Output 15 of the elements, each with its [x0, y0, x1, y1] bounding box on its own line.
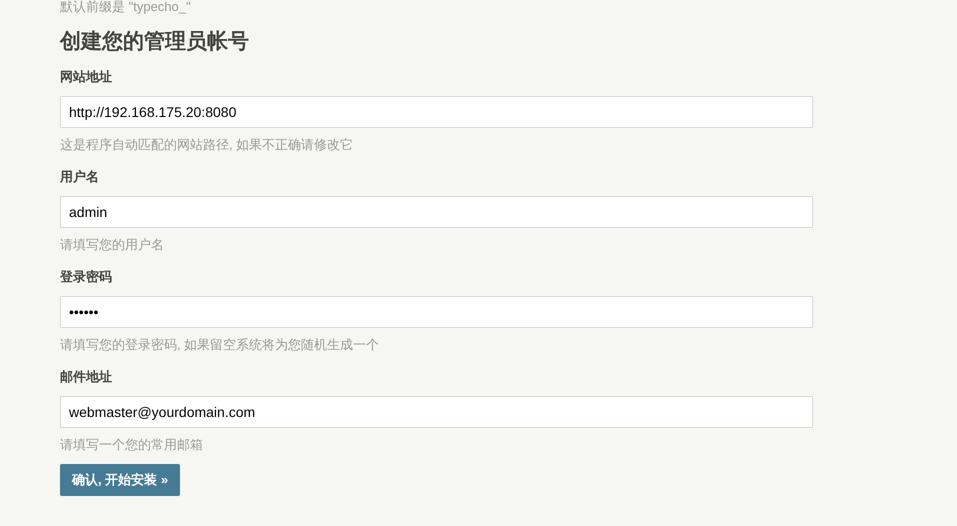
input-field[interactable]: •••••• — [60, 296, 813, 328]
field-label: 用户名 — [60, 168, 100, 186]
field-label: 网站地址 — [60, 68, 113, 86]
field-hint: 请填写您的登录密码, 如果留空系统将为您随机生成一个 — [60, 337, 380, 353]
input-field[interactable]: http://192.168.175.20:8080 — [60, 96, 813, 128]
field-hint: 这是程序自动匹配的网站路径, 如果不正确请修改它 — [60, 137, 354, 153]
input-field[interactable]: admin — [60, 196, 813, 228]
prefix-note: 默认前缀是 "typecho_" — [60, 0, 192, 14]
field-label: 邮件地址 — [60, 368, 113, 386]
field-hint: 请填写您的用户名 — [60, 237, 165, 253]
field-hint: 请填写一个您的常用邮箱 — [60, 437, 204, 453]
input-field[interactable]: webmaster@yourdomain.com — [60, 396, 813, 428]
field-label: 登录密码 — [60, 268, 113, 286]
submit-button[interactable]: 确认, 开始安装 » — [60, 464, 180, 496]
section-heading: 创建您的管理员帐号 — [60, 29, 250, 55]
